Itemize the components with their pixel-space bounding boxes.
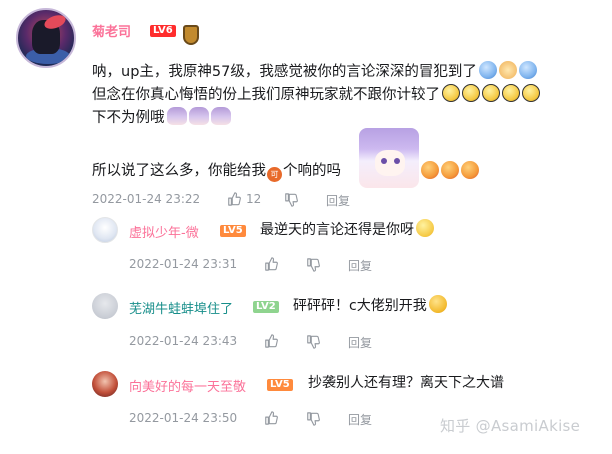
sunglasses-emoji-icon [502, 84, 520, 102]
user-avatar[interactable] [16, 8, 76, 68]
comment-line-4: 所以说了这么多，你能给我可个响的吗 [92, 161, 341, 182]
reply-avatar[interactable] [92, 293, 118, 319]
like-icon[interactable] [264, 411, 278, 425]
heart-eyes-emoji-icon [421, 161, 439, 179]
comment-timestamp: 2022-01-24 23:22 [92, 192, 201, 206]
anime-girl-emoji-icon [166, 107, 187, 125]
medal-icon [183, 25, 199, 45]
like-icon[interactable] [227, 192, 241, 206]
reply-text: 最逆天的言论还得是你呀 [260, 219, 434, 240]
reply-avatar[interactable] [92, 217, 118, 243]
coin-icon: 可 [267, 167, 282, 182]
anime-girl-emoji-icon [188, 107, 209, 125]
comment-line-3: 下不为例哦 [92, 107, 231, 128]
reply-button[interactable]: 回复 [348, 257, 372, 274]
laughing-emoji-icon [416, 219, 434, 237]
reply-button[interactable]: 回复 [326, 192, 350, 209]
dislike-icon[interactable] [284, 193, 298, 207]
reply-avatar[interactable] [92, 371, 118, 397]
heart-eyes-emoji-icon [461, 161, 479, 179]
reply-button[interactable]: 回复 [348, 411, 372, 428]
comment-line-4-emojis [419, 161, 479, 182]
reply-timestamp: 2022-01-24 23:31 [129, 257, 238, 271]
level-badge: LV5 [267, 379, 293, 391]
comment-username[interactable]: 菊老司 [92, 21, 131, 40]
like-icon[interactable] [264, 257, 278, 271]
reply-timestamp: 2022-01-24 23:50 [129, 411, 238, 425]
sticker-emoji-icon [498, 61, 517, 79]
level-badge: LV5 [220, 225, 246, 237]
reply-username[interactable]: 向美好的每一天至敬 [129, 376, 246, 395]
shocked-emoji-icon [428, 295, 447, 313]
sunglasses-emoji-icon [522, 84, 540, 102]
reply-button[interactable]: 回复 [348, 334, 372, 351]
dislike-icon[interactable] [306, 335, 320, 349]
comment-line-1: 呐，up主，我原神57级，我感觉被你的言论深深的冒犯到了 [92, 61, 537, 82]
level-badge: LV6 [150, 25, 176, 37]
sweat-emoji-icon [478, 61, 497, 79]
anime-girl-sticker-icon [359, 128, 419, 188]
sunglasses-emoji-icon [442, 84, 460, 102]
like-count: 12 [246, 192, 262, 206]
reply-text: 抄袭别人还有理？离天下之大谱 [308, 375, 504, 391]
comment-line-2: 但念在你真心悔悟的份上我们原神玩家就不跟你计较了 [92, 84, 540, 105]
sunglasses-emoji-icon [462, 84, 480, 102]
reply-username[interactable]: 虚拟少年-微 [129, 222, 199, 241]
reply-text: 砰砰砰！c大佬别开我 [293, 295, 447, 316]
anime-girl-emoji-icon [210, 107, 231, 125]
level-badge: LV2 [253, 301, 279, 313]
dislike-icon[interactable] [306, 258, 320, 272]
reply-username[interactable]: 芜湖牛蛙蚌埠住了 [129, 298, 233, 317]
sweat-emoji-icon [518, 61, 537, 79]
dislike-icon[interactable] [306, 412, 320, 426]
heart-eyes-emoji-icon [441, 161, 459, 179]
watermark: 知乎 @AsamiAkise [440, 417, 581, 435]
reply-timestamp: 2022-01-24 23:43 [129, 334, 238, 348]
like-icon[interactable] [264, 334, 278, 348]
sunglasses-emoji-icon [482, 84, 500, 102]
